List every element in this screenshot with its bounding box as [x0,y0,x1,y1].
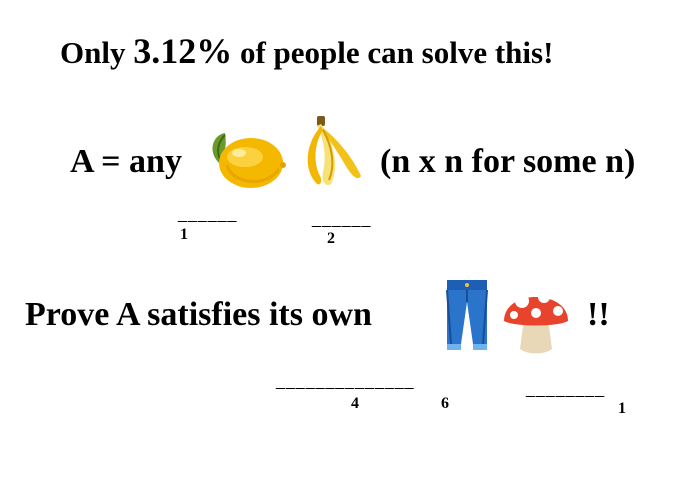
headline-prefix: Only [60,35,126,70]
jeans-icon [446,280,488,350]
headline-percent: 3.12% [133,31,233,71]
headline: Only 3.12% of people can solve this! [60,30,553,72]
blank-digit: 2 [327,230,335,247]
statement-lhs: A = any [70,143,182,180]
banana-icon [307,116,361,186]
lemon-icon [212,133,286,188]
blank-dashes: ________ [526,381,606,398]
blank-dashes: ______________ [276,373,415,390]
mushroom-icon [504,291,568,354]
blank-digit: 1 [618,400,626,417]
task-text: Prove A satisfies its own [25,296,372,333]
blank-dashes: ______ [312,211,372,228]
statement-rhs: (n x n for some n) [380,143,636,180]
puzzle-canvas: { "headline": { "prefix": "Only", "perce… [0,0,700,500]
blank-digit: 1 [180,226,188,243]
blank-digit: 4 [351,395,359,412]
blank-dashes: ______ [178,206,238,223]
task-ending: !! [587,296,610,333]
headline-suffix: of people can solve this! [239,35,554,70]
blank-digit: 6 [441,395,449,412]
